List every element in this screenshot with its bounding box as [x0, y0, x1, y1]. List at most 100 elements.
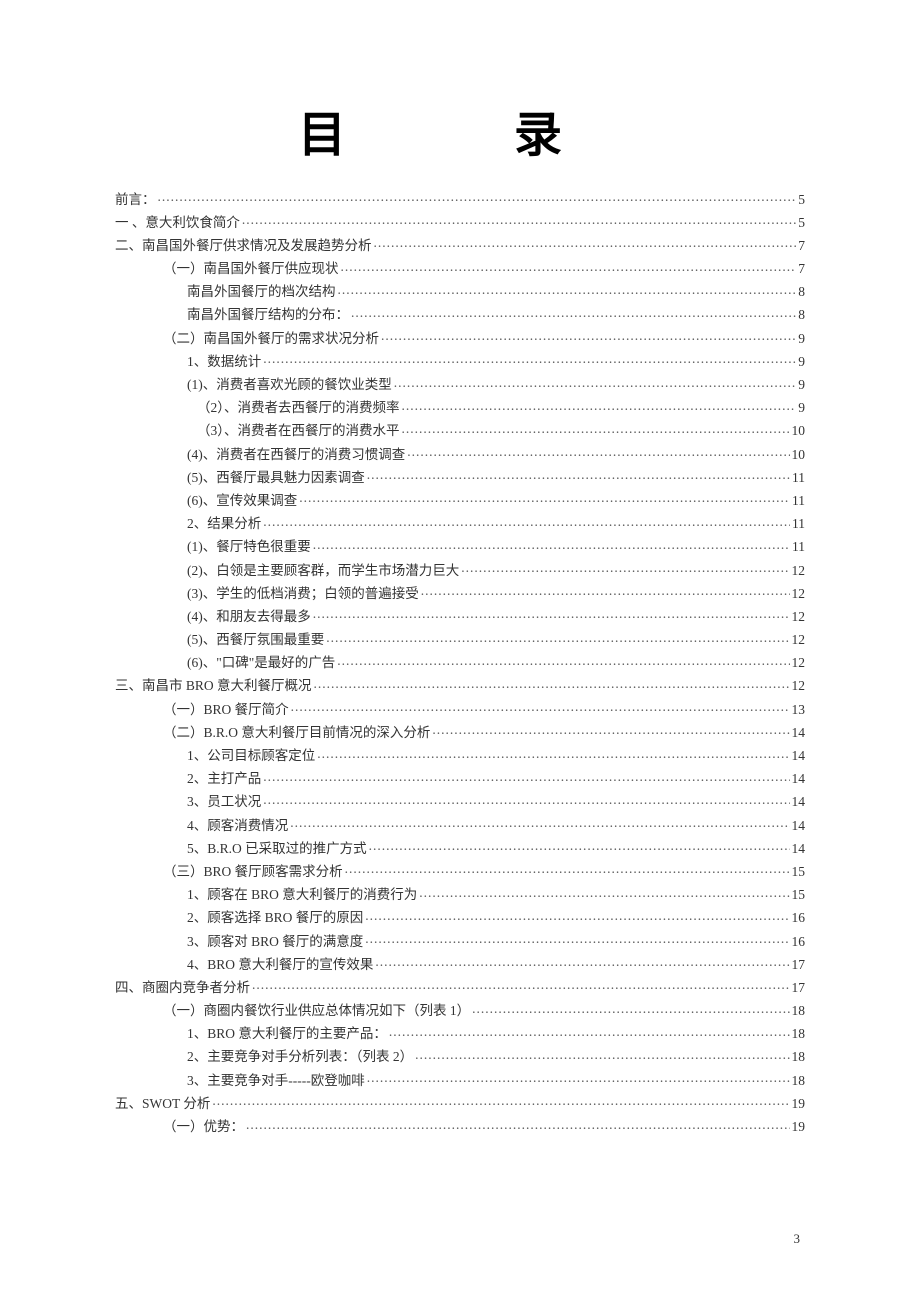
toc-leader-dots [212, 1094, 789, 1108]
toc-entry: 四、商圈内竞争者分析 17 [115, 978, 805, 994]
toc-leader-dots [389, 1025, 790, 1039]
toc-entry-page: 5 [798, 216, 805, 230]
toc-entry-page: 14 [792, 795, 806, 809]
toc-entry: (5)、西餐厅最具魅力因素调查11 [115, 468, 805, 484]
toc-leader-dots [351, 306, 796, 320]
toc-entry: 三、南昌市 BRO 意大利餐厅概况12 [115, 677, 805, 693]
toc-entry: 3、员工状况14 [115, 793, 805, 809]
toc-entry-page: 7 [798, 239, 805, 253]
toc-entry-text: (3)、学生的低档消费；白领的普遍接受 [187, 587, 419, 601]
toc-entry-page: 10 [792, 448, 806, 462]
toc-entry: 1、公司目标顾客定位14 [115, 747, 805, 763]
toc-entry-page: 14 [792, 772, 806, 786]
toc-entry-page: 16 [792, 911, 806, 925]
toc-entry-page: 12 [792, 610, 806, 624]
toc-entry: 1、数据统计9 [115, 352, 805, 368]
toc-entry-page: 13 [792, 703, 806, 717]
toc-entry-text: （一）BRO 餐厅简介 [163, 703, 289, 717]
toc-entry-text: 2、主要竞争对手分析列表：（列表 2） [187, 1050, 413, 1064]
toc-entry-text: (5)、西餐厅氛围最重要 [187, 633, 324, 647]
toc-leader-dots [263, 515, 790, 529]
toc-entry-page: 17 [792, 958, 806, 972]
toc-leader-dots [326, 631, 789, 645]
toc-entry-page: 8 [798, 285, 805, 299]
toc-leader-dots [381, 329, 796, 343]
toc-entry-page: 15 [792, 865, 806, 879]
toc-entry: 二、南昌国外餐厅供求情况及发展趋势分析 7 [115, 236, 805, 252]
toc-entry-text: (6)、宣传效果调查 [187, 494, 297, 508]
toc-entry-page: 17 [792, 981, 806, 995]
toc-entry-text: （二）B.R.O 意大利餐厅目前情况的深入分析 [163, 726, 430, 740]
toc-entry: 2、顾客选择 BRO 餐厅的原因16 [115, 909, 805, 925]
toc-leader-dots [407, 445, 789, 459]
toc-leader-dots [291, 700, 790, 714]
toc-leader-dots [421, 584, 790, 598]
toc-entry-text: 3、主要竞争对手-----欧登咖啡 [187, 1074, 365, 1088]
toc-leader-dots [394, 376, 797, 390]
toc-entry-text: 前言： [115, 193, 156, 207]
toc-entry-page: 18 [792, 1027, 806, 1041]
document-page: 目 录 前言：5一 、意大利饮食简介5二、南昌国外餐厅供求情况及发展趋势分析7（… [0, 0, 920, 1201]
page-number: 3 [794, 1231, 801, 1247]
toc-entry-text: 1、公司目标顾客定位 [187, 749, 315, 763]
toc-leader-dots [299, 491, 790, 505]
toc-entry: 5、B.R.O 已采取过的推广方式 14 [115, 839, 805, 855]
toc-leader-dots [317, 747, 789, 761]
toc-leader-dots [338, 283, 797, 297]
toc-entry: 2、主打产品14 [115, 770, 805, 786]
toc-entry-page: 19 [792, 1120, 806, 1134]
toc-leader-dots [263, 352, 796, 366]
toc-leader-dots [263, 793, 789, 807]
toc-entry-text: 4、顾客消费情况 [187, 819, 288, 833]
toc-leader-dots [402, 399, 797, 413]
toc-entry-page: 11 [792, 540, 805, 554]
toc-entry-text: 5、B.R.O 已采取过的推广方式 [187, 842, 367, 856]
toc-entry: (1)、餐厅特色很重要 11 [115, 538, 805, 554]
toc-entry-text: 一 、意大利饮食简介 [115, 216, 240, 230]
toc-entry-page: 16 [792, 935, 806, 949]
toc-entry-page: 18 [792, 1074, 806, 1088]
toc-entry-text: （3）、消费者在西餐厅的消费水平 [197, 424, 400, 438]
toc-entry-page: 18 [792, 1004, 806, 1018]
toc-entry-text: （一）优势： [163, 1120, 244, 1134]
toc-entry-text: （三）BRO 餐厅顾客需求分析 [163, 865, 343, 879]
toc-entry-text: （2）、消费者去西餐厅的消费频率 [197, 401, 400, 415]
table-of-contents: 前言：5一 、意大利饮食简介5二、南昌国外餐厅供求情况及发展趋势分析7（一）南昌… [115, 190, 805, 1134]
toc-leader-dots [461, 561, 789, 575]
toc-entry-page: 14 [792, 819, 806, 833]
toc-leader-dots [263, 770, 789, 784]
toc-entry-text: 四、商圈内竞争者分析 [115, 981, 250, 995]
toc-entry-page: 8 [798, 308, 805, 322]
toc-leader-dots [314, 677, 790, 691]
toc-entry-text: 二、南昌国外餐厅供求情况及发展趋势分析 [115, 239, 372, 253]
toc-entry-page: 15 [792, 888, 806, 902]
toc-entry-text: （一）南昌国外餐厅供应现状 [163, 262, 339, 276]
toc-entry-text: (1)、餐厅特色很重要 [187, 540, 311, 554]
toc-entry: 3、主要竞争对手-----欧登咖啡 18 [115, 1071, 805, 1087]
toc-entry-page: 12 [792, 656, 806, 670]
toc-entry-page: 9 [798, 332, 805, 346]
toc-entry-text: （一）商圈内餐饮行业供应总体情况如下（列表 1） [163, 1004, 470, 1018]
page-title: 目 录 [115, 95, 805, 165]
toc-leader-dots [432, 723, 789, 737]
toc-entry-text: (2)、白领是主要顾客群，而学生市场潜力巨大 [187, 564, 459, 578]
toc-entry-page: 11 [792, 517, 805, 531]
toc-entry-text: 1、数据统计 [187, 355, 261, 369]
toc-entry: （三）BRO 餐厅顾客需求分析 15 [115, 862, 805, 878]
toc-entry: 2、主要竞争对手分析列表：（列表 2） 18 [115, 1048, 805, 1064]
toc-entry: (2)、白领是主要顾客群，而学生市场潜力巨大12 [115, 561, 805, 577]
toc-leader-dots [313, 538, 790, 552]
toc-entry-text: (4)、消费者在西餐厅的消费习惯调查 [187, 448, 405, 462]
toc-entry: （3）、消费者在西餐厅的消费水平10 [115, 422, 805, 438]
toc-leader-dots [365, 932, 789, 946]
toc-entry-text: 南昌外国餐厅的档次结构 [187, 285, 336, 299]
toc-entry-page: 14 [792, 842, 806, 856]
toc-leader-dots [345, 862, 790, 876]
toc-leader-dots [158, 190, 797, 204]
toc-entry: 4、BRO 意大利餐厅的宣传效果17 [115, 955, 805, 971]
toc-leader-dots [415, 1048, 789, 1062]
toc-entry: (1)、消费者喜欢光顾的餐饮业类型9 [115, 376, 805, 392]
toc-entry-page: 18 [792, 1050, 806, 1064]
toc-entry-text: 五、SWOT 分析 [115, 1097, 210, 1111]
toc-entry: (6)、"口碑"是最好的广告12 [115, 654, 805, 670]
